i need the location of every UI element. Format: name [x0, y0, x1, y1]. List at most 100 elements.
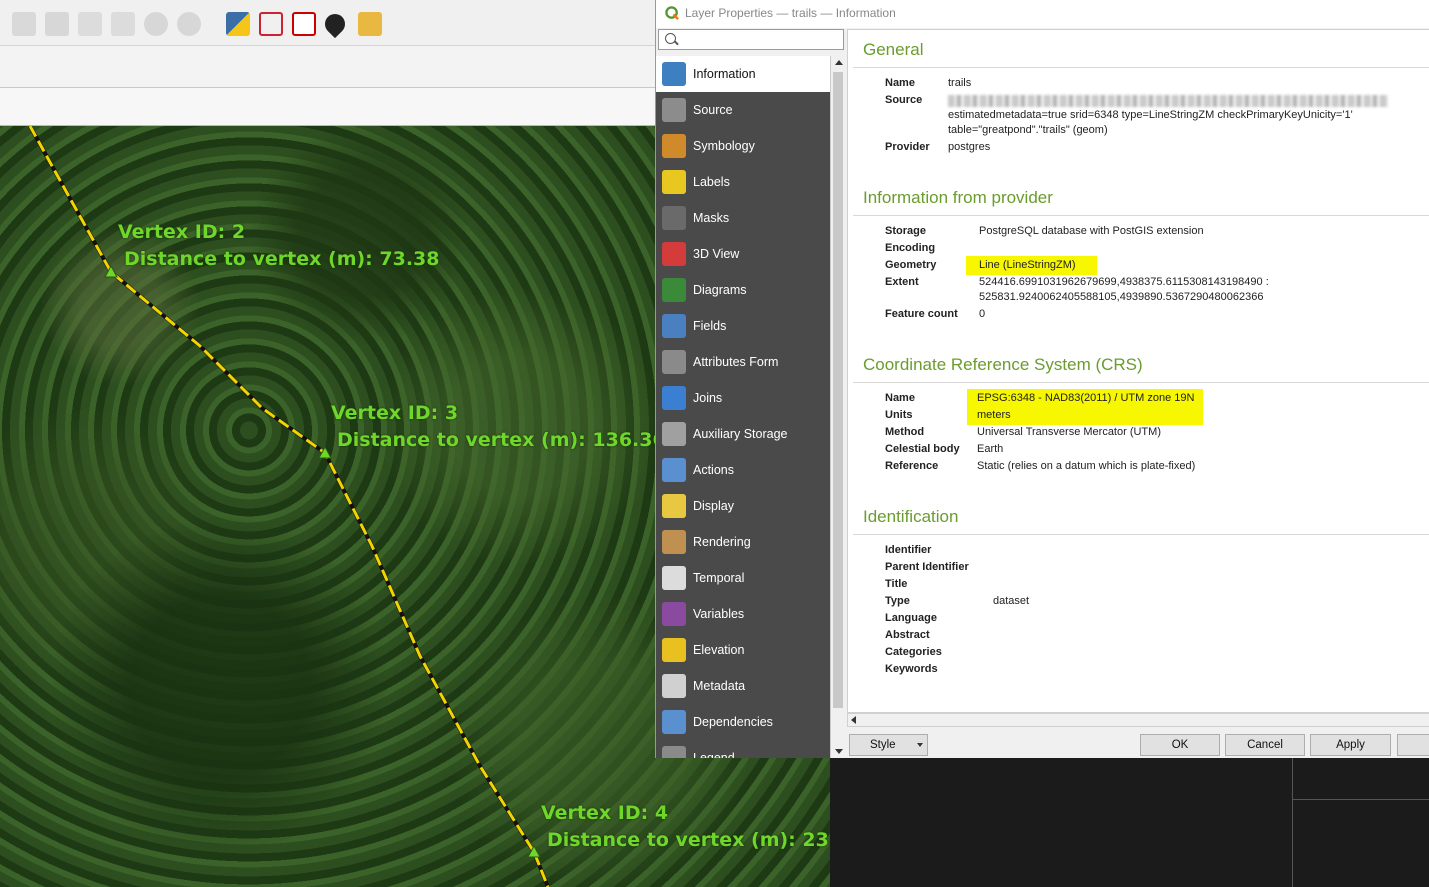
sidebar-item-auxiliary-storage[interactable]: Auxiliary Storage [656, 416, 830, 452]
sidebar-scrollbar[interactable] [830, 56, 845, 758]
sidebar-item-label: Temporal [693, 571, 745, 585]
sidebar-item-information[interactable]: Information [656, 56, 830, 92]
scroll-left-arrow-icon[interactable] [851, 716, 856, 724]
secondary-toolbar [0, 46, 655, 88]
sidebar-item-diagrams[interactable]: Diagrams [656, 272, 830, 308]
delete-icon[interactable] [12, 12, 36, 36]
sidebar-item-3d-view[interactable]: 3D View [656, 236, 830, 272]
crs-celestial-body-value: Earth [977, 443, 1004, 455]
redo-icon[interactable] [177, 12, 201, 36]
elevation-icon [662, 638, 686, 662]
source-wrench-icon [662, 98, 686, 122]
sidebar-item-label: Information [693, 67, 756, 81]
parent-identifier-label: Parent Identifier [885, 561, 969, 573]
section-general-heading: General [863, 40, 924, 59]
metadata-icon [662, 674, 686, 698]
main-toolbar [0, 0, 655, 46]
vertex-2-id-label: Vertex ID: 2 [118, 221, 246, 243]
sidebar-item-rendering[interactable]: Rendering [656, 524, 830, 560]
sidebar-item-labels[interactable]: Labels [656, 164, 830, 200]
scroll-thumb[interactable] [833, 72, 843, 708]
feature-count-value: 0 [979, 308, 986, 320]
sidebar-item-label: Rendering [693, 535, 751, 549]
cancel-button[interactable]: Cancel [1225, 734, 1305, 756]
general-name-label: Name [885, 77, 915, 89]
title-label: Title [885, 578, 908, 590]
sidebar-item-actions[interactable]: Actions [656, 452, 830, 488]
cut-icon[interactable] [45, 12, 69, 36]
temporal-clock-icon [662, 566, 686, 590]
sidebar-item-label: Attributes Form [693, 355, 779, 369]
geometry-label: Geometry [885, 259, 937, 271]
sidebar-item-label: Metadata [693, 679, 746, 693]
sidebar-item-label: Diagrams [693, 283, 747, 297]
scroll-up-arrow-icon[interactable] [835, 60, 843, 65]
vertex-4-distance-label: Distance to vertex (m): 238.13 [547, 829, 830, 851]
sidebar-item-variables[interactable]: Variables [656, 596, 830, 632]
crs-method-label: Method [885, 426, 925, 438]
diagrams-icon [662, 278, 686, 302]
paste-icon[interactable] [111, 12, 135, 36]
sidebar-item-fields[interactable]: Fields [656, 308, 830, 344]
rendering-brush-icon [662, 530, 686, 554]
sidebar-item-legend[interactable]: Legend [656, 740, 830, 758]
undo-icon[interactable] [144, 12, 168, 36]
sidebar-item-source[interactable]: Source [656, 92, 830, 128]
sidebar-item-label: Dependencies [693, 715, 773, 729]
sidebar-search-box[interactable] [658, 29, 844, 50]
actions-gear-icon [662, 458, 686, 482]
sidebar-item-label: Masks [693, 211, 730, 225]
trail-line[interactable] [28, 126, 550, 887]
crs-units-value: meters [977, 409, 1011, 421]
chevron-down-icon [917, 743, 923, 747]
folder-icon[interactable] [358, 12, 382, 36]
sidebar-item-metadata[interactable]: Metadata [656, 668, 830, 704]
auxiliary-storage-icon [662, 422, 686, 446]
sidebar-search-input[interactable] [681, 31, 841, 48]
general-name-value: trails [948, 77, 972, 89]
sidebar-item-label: Elevation [693, 643, 745, 657]
general-provider-label: Provider [885, 141, 930, 153]
info-icon [662, 62, 686, 86]
sidebar-item-elevation[interactable]: Elevation [656, 632, 830, 668]
section-provider-heading: Information from provider [863, 188, 1053, 207]
map-pin-icon[interactable] [320, 9, 350, 39]
sidebar-item-label: Symbology [693, 139, 755, 153]
sidebar-item-dependencies[interactable]: Dependencies [656, 704, 830, 740]
sidebar-item-masks[interactable]: Masks [656, 200, 830, 236]
redacted-connection-string [948, 95, 1388, 107]
ok-button[interactable]: OK [1140, 734, 1220, 756]
geometry-value: Line (LineStringZM) [979, 259, 1076, 271]
information-panel: General Name trails Source estimatedmeta… [847, 29, 1429, 713]
extent-value-line1: 524416.6991031962679699,4938375.61153081… [979, 276, 1269, 288]
general-source-label: Source [885, 94, 923, 106]
svg-icon[interactable] [292, 12, 316, 36]
dialog-titlebar[interactable]: Layer Properties — trails — Information [656, 0, 1429, 28]
sidebar-item-label: Variables [693, 607, 745, 621]
python-icon[interactable] [226, 12, 250, 36]
type-value: dataset [993, 595, 1030, 607]
style-dropdown-button[interactable]: Style [849, 734, 928, 756]
sidebar-item-attributes-form[interactable]: Attributes Form [656, 344, 830, 380]
sidebar-item-symbology[interactable]: Symbology [656, 128, 830, 164]
copy-icon[interactable] [78, 12, 102, 36]
sidebar-item-label: Joins [693, 391, 723, 405]
sidebar-item-display[interactable]: Display [656, 488, 830, 524]
qgis-logo-icon [665, 6, 679, 20]
sidebar-item-label: Auxiliary Storage [693, 427, 788, 441]
extent-label: Extent [885, 276, 919, 288]
section-identification-heading: Identification [863, 507, 959, 526]
sidebar-item-joins[interactable]: Joins [656, 380, 830, 416]
vertex-tool-icon[interactable] [259, 12, 283, 36]
scroll-down-arrow-icon[interactable] [835, 749, 843, 754]
apply-button[interactable]: Apply [1310, 734, 1391, 756]
sidebar-item-label: Legend [693, 751, 735, 758]
variables-epsilon-icon [662, 602, 686, 626]
sidebar-item-label: Display [693, 499, 734, 513]
vertex-3-distance-label: Distance to vertex (m): 136.36 [337, 429, 666, 451]
sidebar-item-temporal[interactable]: Temporal [656, 560, 830, 596]
help-button[interactable] [1397, 734, 1429, 756]
content-horizontal-scrollbar[interactable] [847, 713, 1429, 727]
crs-reference-label: Reference [885, 460, 939, 472]
trail-line-outline [28, 126, 550, 887]
